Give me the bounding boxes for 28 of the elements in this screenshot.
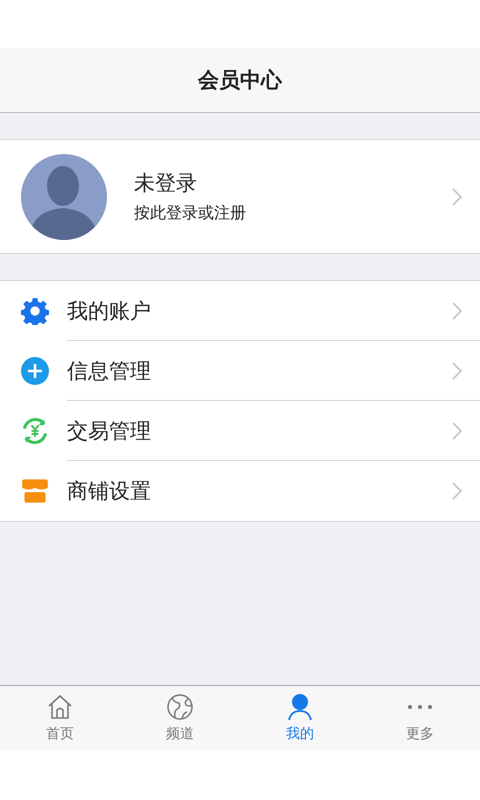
menu-item[interactable]: 商铺设置 [0,461,480,521]
chevron-icon [452,422,462,440]
page-title: 会员中心 [198,67,282,94]
menu-item[interactable]: 信息管理 [0,341,480,401]
tab[interactable]: 更多 [360,686,480,750]
yuan-exchange-icon [21,417,49,445]
login-status: 未登录 [134,170,198,197]
tab[interactable]: 频道 [120,686,240,750]
menu-label: 商铺设置 [67,478,151,505]
menu-label: 信息管理 [67,358,151,384]
tab[interactable]: 首页 [0,686,120,750]
chevron-icon [452,482,462,500]
tab[interactable]: 我的 [240,686,360,750]
shop-icon [21,477,49,505]
plus-icon [21,357,49,385]
menu-label: 我的账户 [67,298,151,324]
more-icon [408,705,432,709]
menu-item[interactable]: 我的账户 [0,281,480,341]
chevron-icon [452,302,462,320]
globe-icon [166,693,194,721]
chevron-icon [452,362,462,380]
chevron-icon [452,188,462,206]
menu-label: 交易管理 [67,418,151,444]
menu-item[interactable]: 交易管理 [0,401,480,461]
gear-icon [21,297,49,325]
home-icon [46,693,74,721]
login-hint: 按此登录或注册 [134,203,247,224]
person-icon [286,693,314,721]
